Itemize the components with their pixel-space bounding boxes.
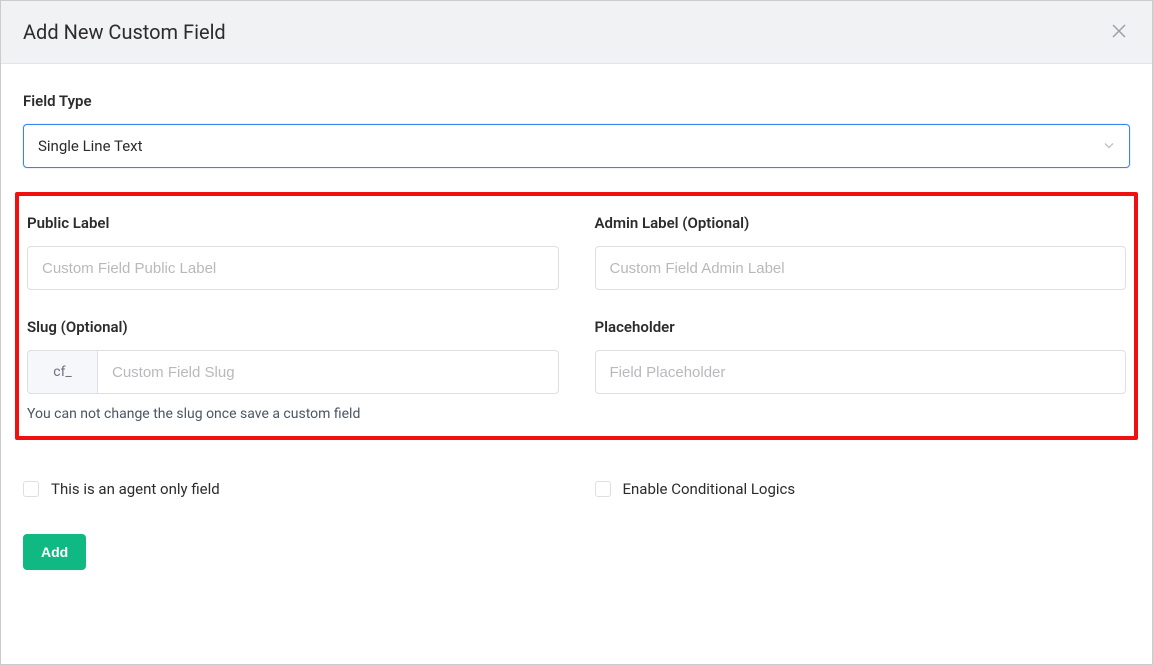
slug-prefix: cf_ bbox=[27, 350, 97, 394]
add-button[interactable]: Add bbox=[23, 534, 86, 570]
row-slug-placeholder: Slug (Optional) cf_ Placeholder bbox=[19, 318, 1134, 394]
admin-label-input[interactable] bbox=[595, 246, 1127, 290]
agent-only-label[interactable]: This is an agent only field bbox=[51, 480, 220, 498]
agent-only-checkbox[interactable] bbox=[23, 481, 39, 497]
placeholder-input[interactable] bbox=[595, 350, 1127, 394]
highlighted-fields-group: Public Label Admin Label (Optional) Slug… bbox=[15, 192, 1138, 440]
add-custom-field-modal: Add New Custom Field Field Type Single L… bbox=[1, 1, 1152, 664]
admin-label-label: Admin Label (Optional) bbox=[595, 214, 1127, 232]
agent-only-col: This is an agent only field bbox=[23, 480, 559, 498]
close-icon bbox=[1112, 24, 1126, 38]
slug-hint: You can not change the slug once save a … bbox=[19, 406, 1134, 422]
admin-label-col: Admin Label (Optional) bbox=[595, 214, 1127, 290]
field-type-select[interactable]: Single Line Text bbox=[23, 124, 1130, 168]
field-type-value: Single Line Text bbox=[38, 137, 143, 155]
slug-input[interactable] bbox=[97, 350, 559, 394]
placeholder-label: Placeholder bbox=[595, 318, 1127, 336]
public-label-label: Public Label bbox=[27, 214, 559, 232]
conditional-logics-checkbox[interactable] bbox=[595, 481, 611, 497]
close-button[interactable] bbox=[1108, 19, 1130, 45]
checkbox-row: This is an agent only field Enable Condi… bbox=[23, 480, 1130, 498]
field-type-label: Field Type bbox=[23, 92, 1130, 110]
conditional-logics-col: Enable Conditional Logics bbox=[595, 480, 1131, 498]
slug-col: Slug (Optional) cf_ bbox=[27, 318, 559, 394]
public-label-input[interactable] bbox=[27, 246, 559, 290]
row-labels: Public Label Admin Label (Optional) bbox=[19, 214, 1134, 290]
placeholder-col: Placeholder bbox=[595, 318, 1127, 394]
public-label-col: Public Label bbox=[27, 214, 559, 290]
modal-title: Add New Custom Field bbox=[23, 20, 226, 44]
conditional-logics-label[interactable]: Enable Conditional Logics bbox=[623, 480, 796, 498]
slug-input-group: cf_ bbox=[27, 350, 559, 394]
modal-body: Field Type Single Line Text Public Label… bbox=[1, 64, 1152, 594]
chevron-down-icon bbox=[1103, 137, 1115, 156]
slug-label: Slug (Optional) bbox=[27, 318, 559, 336]
modal-header: Add New Custom Field bbox=[1, 1, 1152, 64]
